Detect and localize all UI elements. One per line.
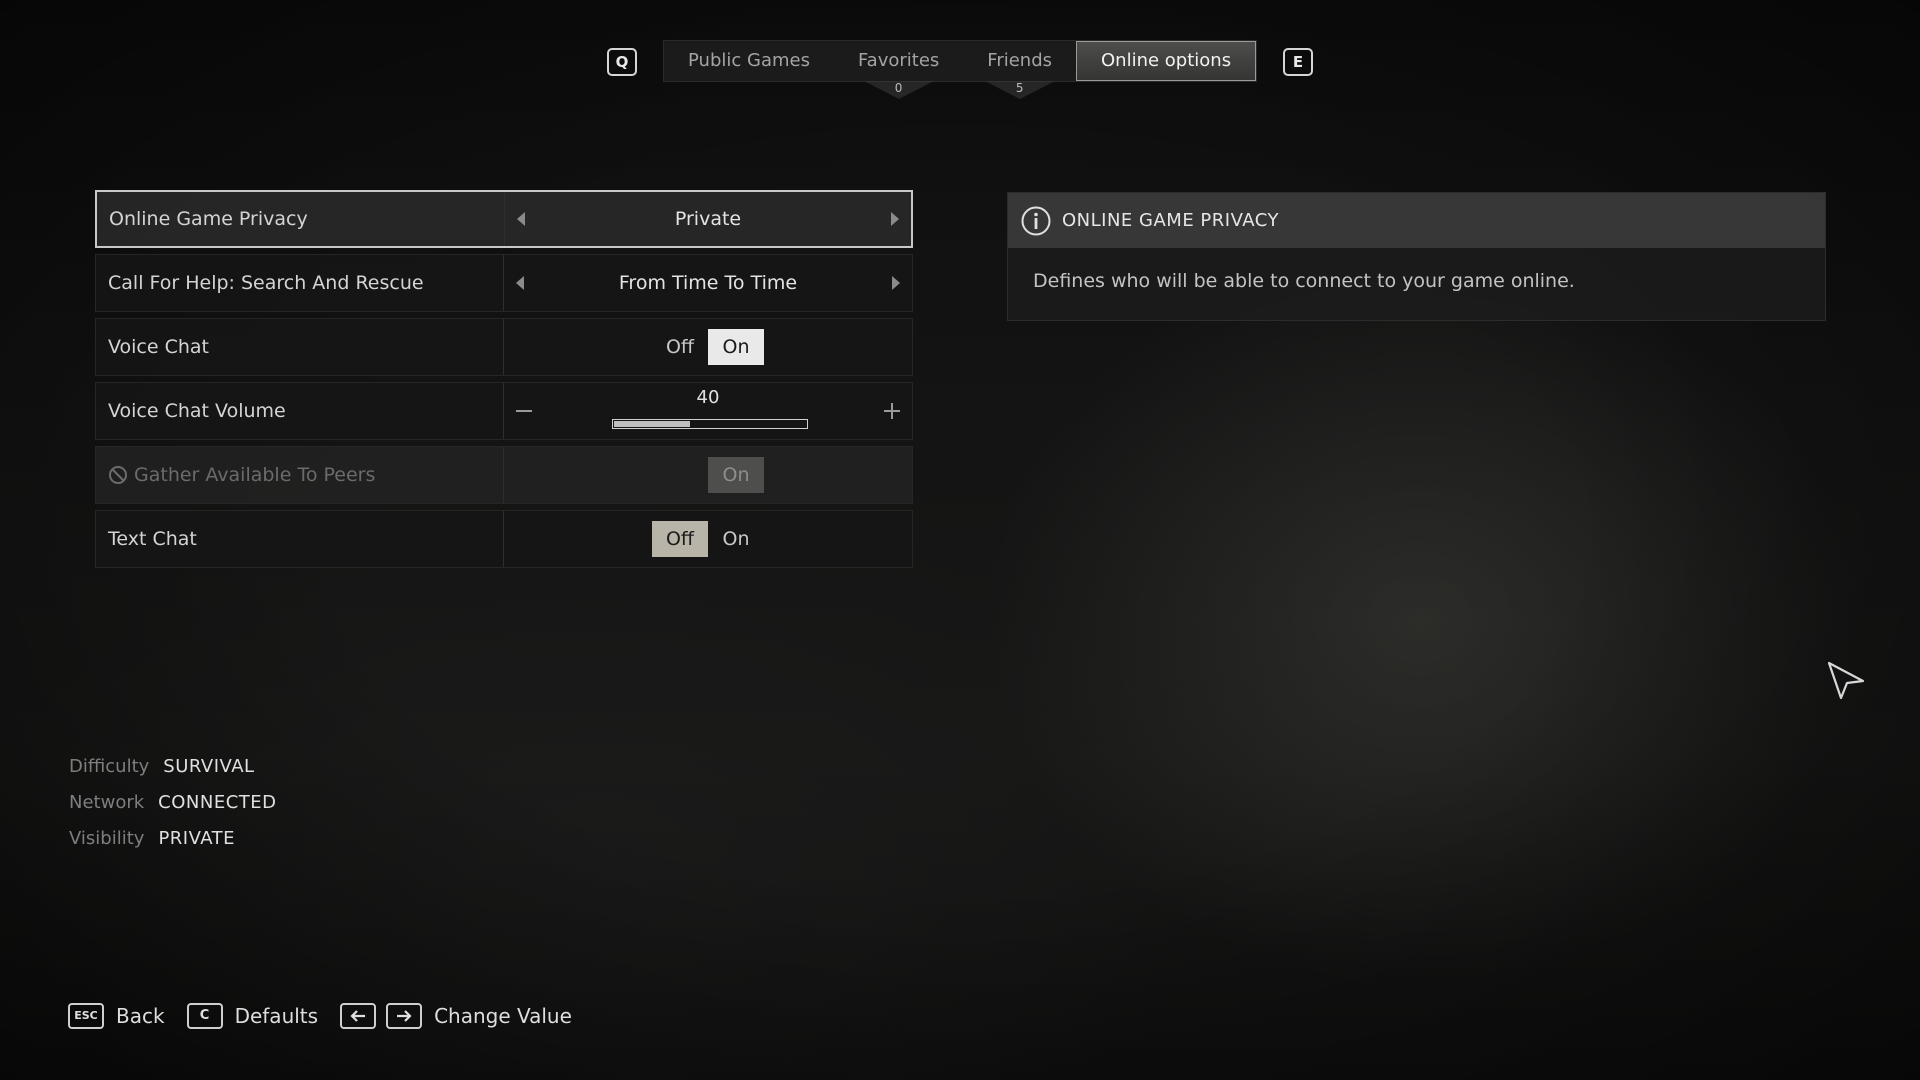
prev-tab-key[interactable]: Q — [607, 48, 637, 76]
friends-count: 5 — [1015, 81, 1024, 95]
tab-public-games-label: Public Games — [688, 50, 810, 71]
slider-control: 40 — [504, 383, 912, 439]
session-status: Difficulty SURVIVAL Network CONNECTED Vi… — [69, 748, 277, 856]
status-value: CONNECTED — [158, 791, 277, 813]
mouse-cursor-icon — [1827, 661, 1865, 700]
setting-label: Gather Available To Peers — [134, 464, 376, 486]
toggle-on-option[interactable]: On — [708, 329, 764, 365]
status-value: SURVIVAL — [163, 755, 255, 777]
tab-favorites-label: Favorites — [857, 50, 940, 71]
minus-icon[interactable] — [516, 410, 532, 412]
text-chat-toggle: Off On — [652, 521, 764, 557]
setting-value: From Time To Time — [618, 272, 798, 294]
arrow-right-icon[interactable] — [891, 212, 899, 226]
setting-voice-chat[interactable]: Voice Chat Off On — [95, 318, 913, 376]
arrow-left-icon[interactable] — [517, 212, 525, 226]
status-value: PRIVATE — [158, 827, 236, 849]
selector-control: From Time To Time — [504, 255, 912, 311]
setting-call-for-help[interactable]: Call For Help: Search And Rescue From Ti… — [95, 254, 913, 312]
tab-online-options-label: Online options — [1101, 50, 1232, 71]
setting-label: Text Chat — [96, 511, 504, 567]
status-network: Network CONNECTED — [69, 784, 277, 820]
volume-value: 40 — [696, 387, 720, 408]
setting-label: Voice Chat — [96, 319, 504, 375]
setting-online-game-privacy[interactable]: Online Game Privacy Private — [95, 190, 913, 248]
arrow-right-key-icon — [386, 1003, 423, 1029]
friends-count-badge: 5 — [984, 81, 1055, 99]
setting-label-wrap: Gather Available To Peers — [96, 447, 504, 503]
setting-text-chat[interactable]: Text Chat Off On — [95, 510, 913, 568]
top-navigation: Q Public Games Favorites 0 Friends 5 Onl… — [0, 40, 1920, 120]
arrow-left-icon[interactable] — [516, 276, 524, 290]
toggle-control: Off On — [504, 319, 912, 375]
setting-voice-chat-volume[interactable]: Voice Chat Volume 40 — [95, 382, 913, 440]
toggle-off-option[interactable]: Off — [652, 521, 708, 557]
footer-hints: ESC Back C Defaults Change Value — [68, 1002, 594, 1030]
settings-list: Online Game Privacy Private Call For Hel… — [95, 190, 913, 574]
status-key: Visibility — [69, 827, 145, 849]
setting-value: Private — [674, 208, 742, 230]
tab-strip: Public Games Favorites 0 Friends 5 Onlin… — [663, 40, 1258, 99]
toggle-on-option[interactable]: On — [708, 521, 764, 557]
esc-key[interactable]: ESC — [68, 1003, 104, 1029]
volume-slider[interactable] — [612, 419, 808, 429]
tab-public-games[interactable]: Public Games — [664, 41, 834, 81]
info-title: ONLINE GAME PRIVACY — [1062, 210, 1279, 231]
info-panel-header: ONLINE GAME PRIVACY — [1008, 193, 1825, 248]
info-panel: ONLINE GAME PRIVACY Defines who will be … — [1007, 192, 1826, 321]
setting-label: Online Game Privacy — [97, 192, 505, 246]
defaults-hint[interactable]: Defaults — [235, 1004, 319, 1028]
favorites-count: 0 — [894, 81, 903, 95]
setting-label: Voice Chat Volume — [96, 383, 504, 439]
status-difficulty: Difficulty SURVIVAL — [69, 748, 277, 784]
info-icon — [1021, 206, 1051, 235]
arrow-right-icon[interactable] — [892, 276, 900, 290]
status-visibility: Visibility PRIVATE — [69, 820, 277, 856]
setting-gather-peers: Gather Available To Peers On — [95, 446, 913, 504]
status-key: Difficulty — [69, 755, 150, 777]
plus-icon[interactable] — [884, 403, 900, 419]
selector-control: Private — [505, 192, 911, 246]
tab-friends-label: Friends — [987, 50, 1053, 71]
voice-chat-toggle: Off On — [652, 329, 764, 365]
toggle-on-option: On — [708, 457, 764, 493]
next-tab-key[interactable]: E — [1283, 48, 1313, 76]
change-value-hint[interactable]: Change Value — [434, 1004, 572, 1028]
arrow-left-key-icon — [340, 1003, 377, 1029]
status-key: Network — [69, 791, 145, 813]
volume-slider-fill — [614, 421, 690, 427]
info-description: Defines who will be able to connect to y… — [1033, 270, 1575, 292]
setting-label: Call For Help: Search And Rescue — [96, 255, 504, 311]
toggle-off-option[interactable]: Off — [652, 329, 708, 365]
back-hint[interactable]: Back — [116, 1004, 165, 1028]
disabled-icon — [109, 466, 127, 484]
toggle-control: Off On — [504, 511, 912, 567]
c-key[interactable]: C — [186, 1003, 223, 1029]
tab-favorites[interactable]: Favorites 0 — [834, 41, 963, 99]
favorites-count-badge: 0 — [863, 81, 934, 99]
tab-online-options[interactable]: Online options — [1076, 41, 1257, 81]
toggle-control: On — [504, 447, 912, 503]
tab-friends[interactable]: Friends 5 — [963, 41, 1076, 99]
